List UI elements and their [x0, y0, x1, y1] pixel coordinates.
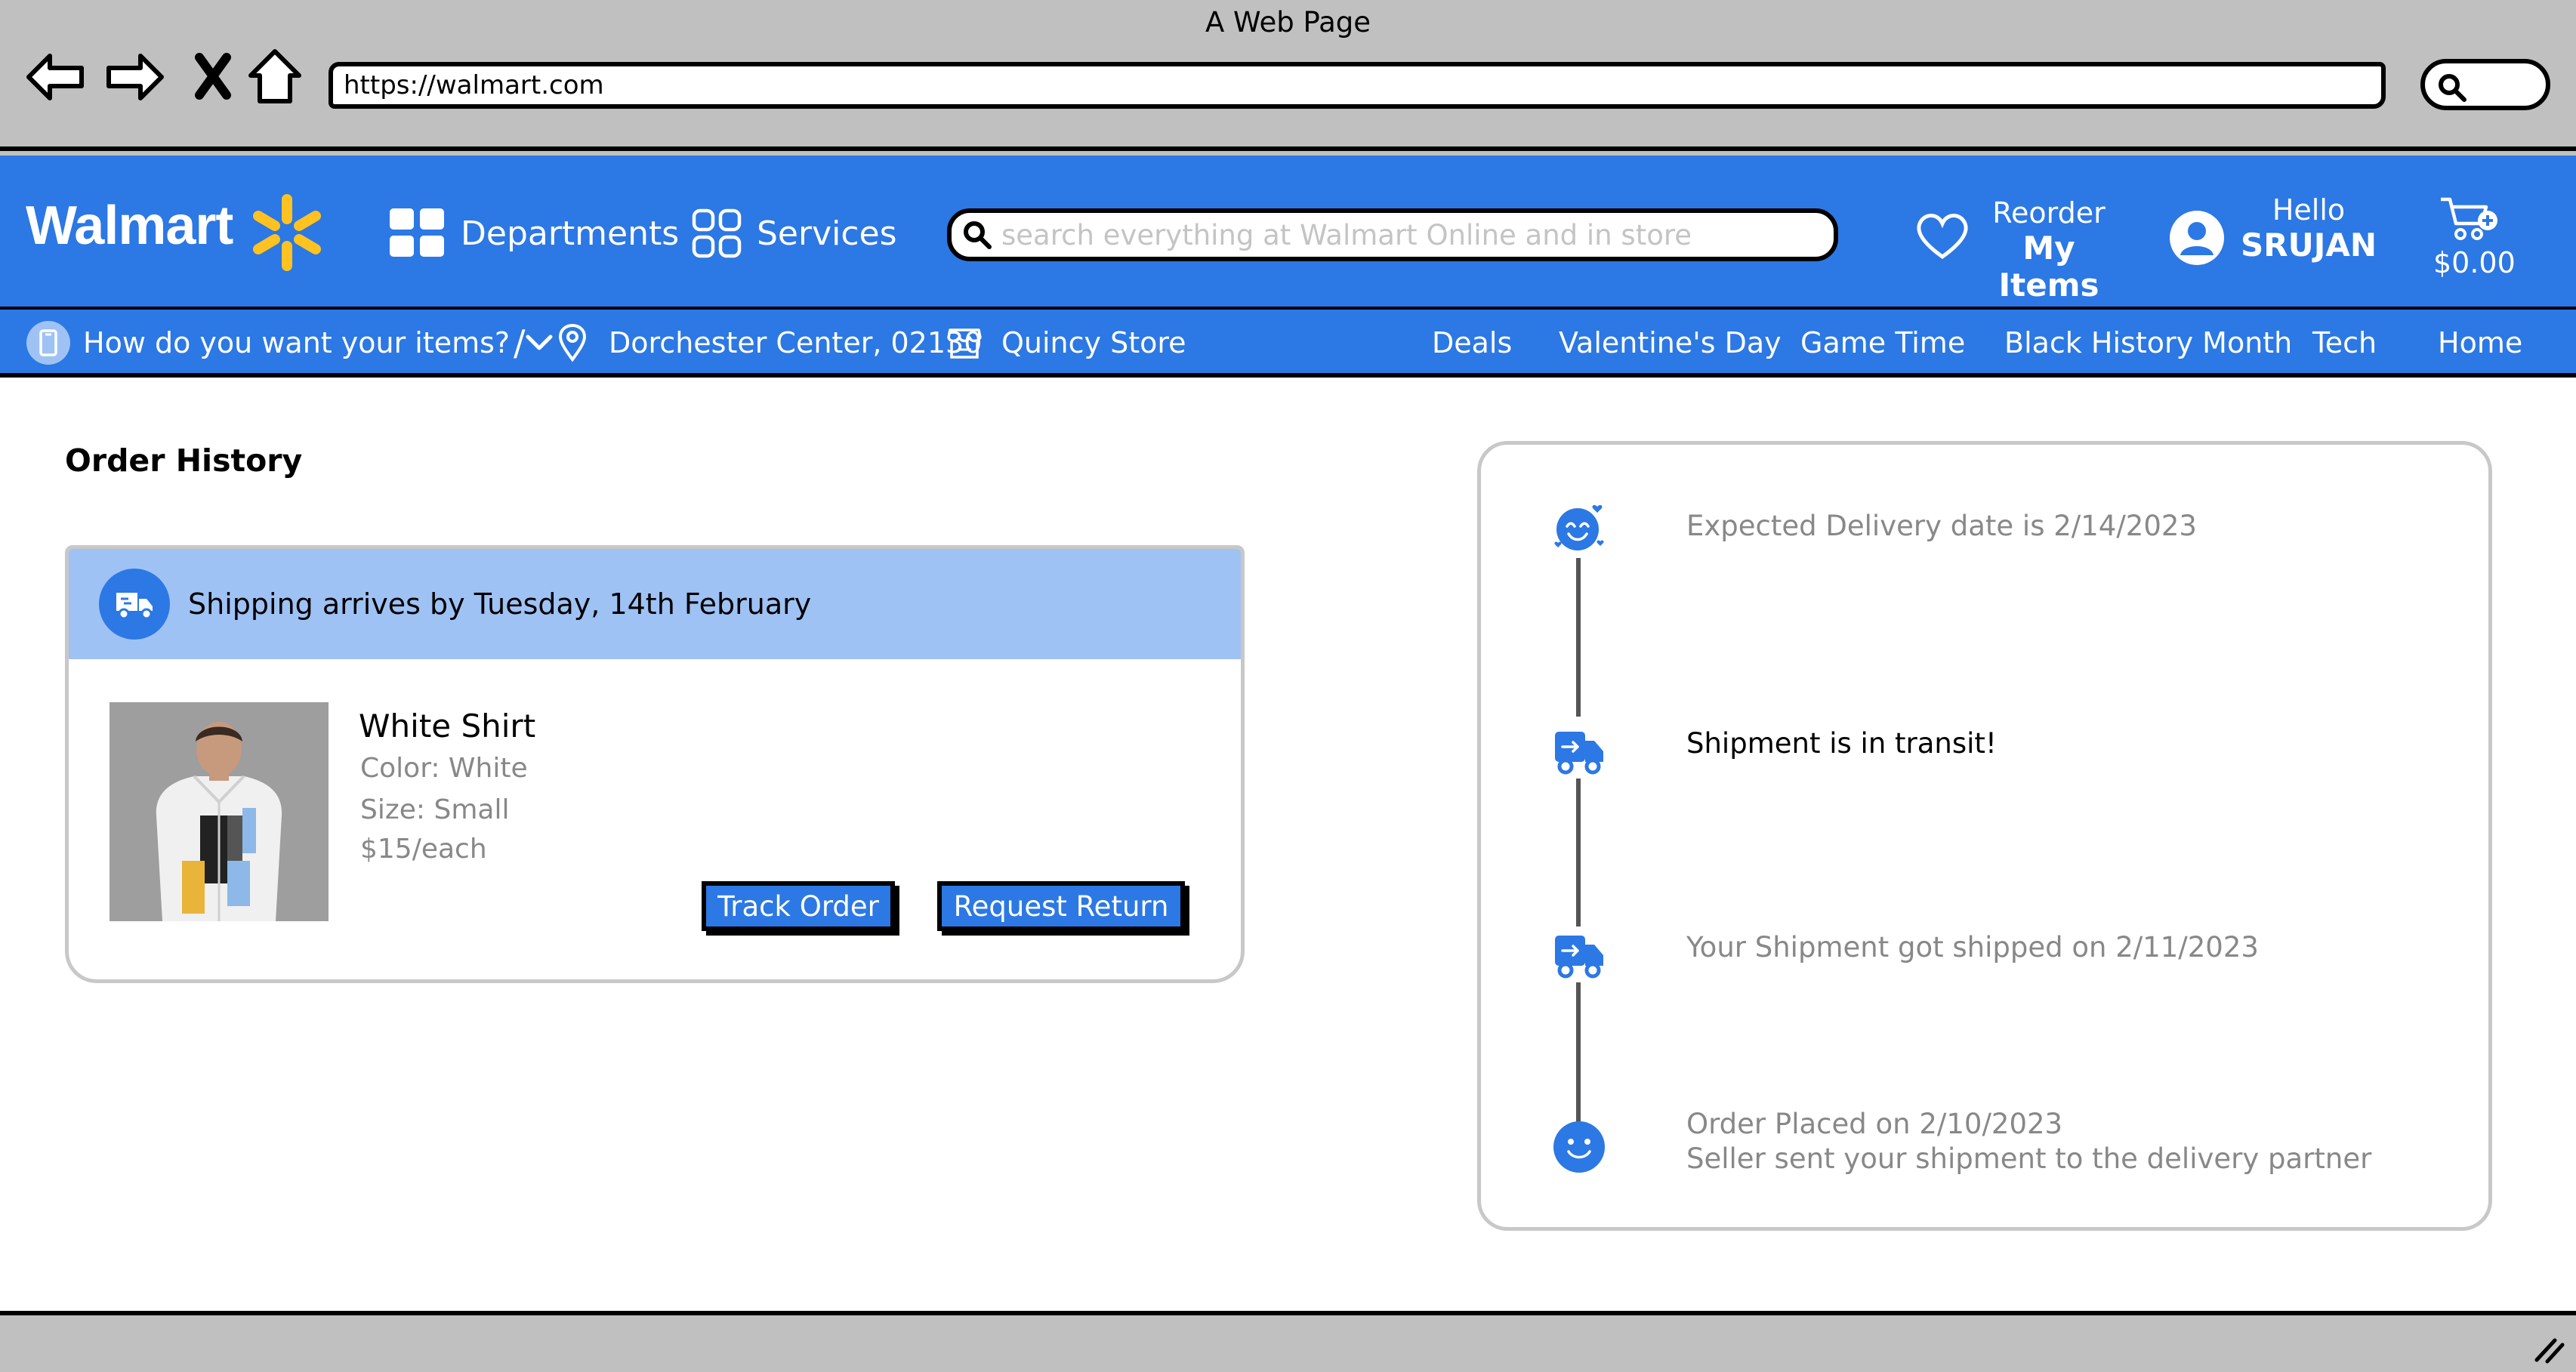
nav-link-valentines-day[interactable]: Valentine's Day — [1559, 310, 1782, 376]
walmart-logo[interactable]: Walmart — [26, 195, 233, 257]
shipping-banner: Shipping arrives by Tuesday, 14th Februa… — [69, 549, 1241, 659]
location-pin-icon — [558, 323, 587, 362]
browser-status-bar — [0, 1320, 2576, 1372]
timeline-step-2-text: Shipment is in transit! — [1686, 727, 1997, 760]
my-items-label: My Items — [1998, 230, 2099, 304]
url-bar[interactable] — [329, 62, 2386, 109]
timeline-step-4-text: Order Placed on 2/10/2023 — [1686, 1108, 2063, 1140]
timeline-step-4-subtext: Seller sent your shipment to the deliver… — [1686, 1142, 2372, 1175]
nav-link-deals[interactable]: Deals — [1432, 310, 1512, 376]
store-label: Quincy Store — [1001, 326, 1186, 359]
shopping-cart-icon — [2441, 197, 2497, 240]
cart-total: $0.00 — [2433, 246, 2516, 279]
shipping-arrival-text: Shipping arrives by Tuesday, 14th Februa… — [188, 587, 812, 621]
delivery-truck-icon — [1553, 928, 1605, 979]
home-icon[interactable] — [243, 45, 307, 109]
request-return-button[interactable]: Request Return — [937, 881, 1185, 931]
order-card: Shipping arrives by Tuesday, 14th Februa… — [65, 545, 1245, 983]
grid-outline-icon — [692, 208, 742, 258]
smiley-face-icon — [1553, 1121, 1605, 1173]
user-name: SRUJAN — [2241, 227, 2377, 264]
resize-grip-icon[interactable] — [2532, 1334, 2565, 1364]
timeline-connector — [1576, 982, 1581, 1136]
chevron-down-icon — [526, 335, 553, 350]
product-price: $15/each — [360, 834, 487, 865]
sub-navigation: How do you want your items? / Dorchester… — [0, 307, 2576, 378]
main-content: Order History Shipping arrives by Tuesda… — [0, 378, 2576, 1315]
timeline-step-3-text: Your Shipment got shipped on 2/11/2023 — [1686, 931, 2259, 963]
fulfillment-selector[interactable]: How do you want your items? — [26, 310, 554, 376]
departments-menu[interactable]: Departments — [390, 208, 679, 258]
location-label: Dorchester Center, 02130 — [609, 326, 983, 359]
location-selector[interactable]: Dorchester Center, 02130 — [557, 310, 982, 376]
page-title: Order History — [65, 442, 303, 479]
stop-x-icon[interactable] — [181, 45, 245, 109]
nav-link-game-time[interactable]: Game Time — [1800, 310, 1965, 376]
product-size: Size: Small — [360, 794, 510, 825]
services-label: Services — [757, 214, 897, 253]
happy-love-face-icon — [1553, 502, 1605, 553]
reorder-label: Reorder — [1992, 196, 2106, 230]
order-timeline: Expected Delivery date is 2/14/2023 Ship… — [1477, 441, 2492, 1231]
nav-link-tech[interactable]: Tech — [2312, 310, 2377, 376]
search-input[interactable] — [1001, 218, 1832, 251]
search-icon — [964, 221, 992, 249]
timeline-connector — [1576, 558, 1581, 717]
product-image[interactable] — [110, 702, 329, 921]
departments-label: Departments — [461, 214, 680, 253]
search-icon — [2439, 74, 2466, 102]
window-title: A Web Page — [1205, 6, 1371, 39]
product-color: Color: White — [360, 753, 528, 784]
delivery-truck-icon — [99, 569, 170, 640]
site-search[interactable] — [947, 208, 1838, 261]
browser-search-button[interactable] — [2420, 59, 2550, 110]
back-arrow-icon[interactable] — [23, 45, 86, 109]
store-icon — [947, 328, 982, 359]
nav-link-home[interactable]: Home — [2438, 310, 2522, 376]
site-header: Walmart Departments Services search ever… — [0, 156, 2576, 307]
user-account-icon — [2170, 211, 2224, 265]
subnav-divider: / — [514, 322, 526, 363]
browser-chrome: A Web Page — [0, 0, 2576, 151]
fulfillment-label: How do you want your items? — [83, 326, 511, 359]
heart-icon — [1917, 214, 1968, 260]
nav-link-black-history-month[interactable]: Black History Month — [2004, 310, 2292, 376]
timeline-connector — [1576, 778, 1581, 926]
services-menu[interactable]: Services — [692, 208, 897, 258]
greeting-label: Hello — [2272, 193, 2346, 227]
timeline-step-1-text: Expected Delivery date is 2/14/2023 — [1686, 510, 2197, 542]
grid-icon — [390, 208, 444, 257]
product-name[interactable]: White Shirt — [359, 708, 535, 745]
forward-arrow-icon[interactable] — [104, 45, 168, 109]
store-selector[interactable]: Quincy Store — [947, 310, 1186, 376]
phone-icon — [26, 321, 70, 365]
delivery-truck-icon — [1553, 724, 1605, 775]
track-order-button[interactable]: Track Order — [702, 881, 895, 931]
walmart-spark-icon — [253, 194, 321, 271]
